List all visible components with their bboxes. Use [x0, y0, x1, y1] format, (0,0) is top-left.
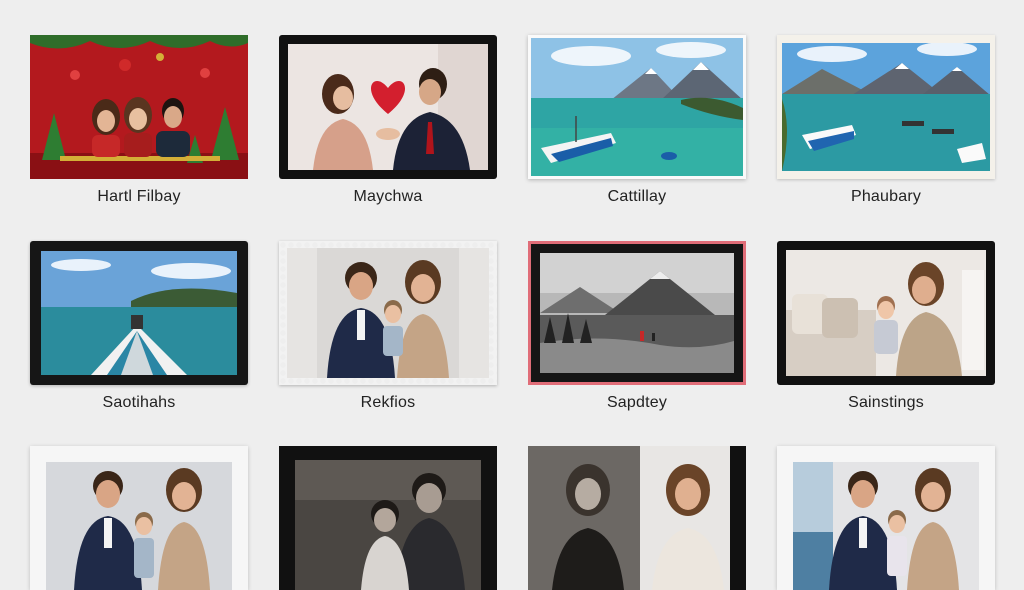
mountain-lake-boats-photo: [782, 39, 990, 171]
frame-thumbnail[interactable]: [528, 446, 746, 590]
family-portrait-photo: [287, 248, 489, 378]
bw-mountains-photo: [540, 253, 734, 373]
couple-heart-photo: [288, 44, 488, 170]
item-label: Rekfios: [360, 394, 416, 411]
frame-thumbnail[interactable]: [528, 241, 746, 385]
mountain-lake-photo: [531, 38, 743, 176]
frame-thumbnail[interactable]: [777, 446, 995, 590]
item-label: Maychwa: [353, 188, 423, 205]
frame-thumbnail[interactable]: [777, 35, 995, 179]
family-beach-photo: [793, 462, 979, 590]
frame-thumbnail[interactable]: [279, 446, 497, 590]
item-label: Sapdtey: [606, 394, 668, 411]
frame-thumbnail[interactable]: [30, 241, 248, 385]
item-label: Sainstings: [848, 394, 924, 411]
family-portrait-2-photo: [46, 462, 232, 590]
item-label: Phaubary: [850, 188, 922, 205]
item-label: Cattillay: [607, 188, 667, 205]
boat-bow-sea-photo: [41, 251, 237, 375]
frame-thumbnail[interactable]: [30, 35, 248, 179]
bw-father-son-photo: [295, 460, 481, 590]
frame-thumbnail[interactable]: [279, 241, 497, 385]
item-label: Saotihahs: [102, 394, 176, 411]
women-split-photo: [528, 446, 730, 590]
frame-thumbnail[interactable]: [279, 35, 497, 179]
item-label: Hartl Filbay: [97, 188, 181, 205]
frame-thumbnail[interactable]: [528, 35, 746, 179]
frame-thumbnail[interactable]: [30, 446, 248, 590]
mother-child-sofa-photo: [786, 250, 986, 376]
christmas-family-photo: [30, 35, 248, 179]
photo-frame-gallery: Hartl Filbay Maychwa Cattillay Phaubary …: [0, 0, 1024, 590]
frame-thumbnail[interactable]: [777, 241, 995, 385]
